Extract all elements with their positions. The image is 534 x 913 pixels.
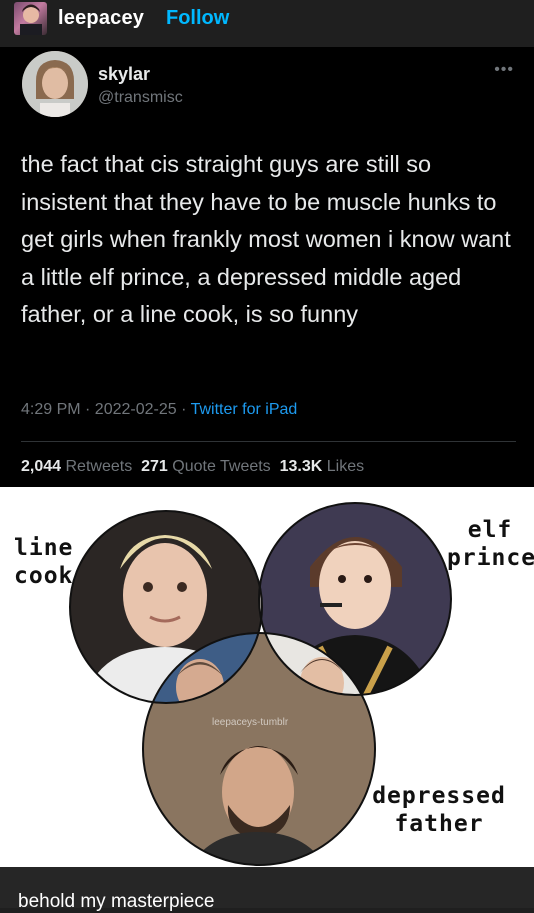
retweets-count: 2,044	[21, 458, 62, 475]
avatar-portrait-icon	[22, 51, 88, 117]
label-line-cook: line cook	[14, 534, 73, 590]
venn-diagram-image: leepaceys-tumblr line cook elf prince de…	[0, 487, 534, 867]
tweet-text: the fact that cis straight guys are stil…	[21, 151, 511, 327]
likes-label: Likes	[326, 458, 365, 475]
avatar-portrait-icon	[20, 4, 42, 35]
tweet-stats: 2,044 Retweets 271 Quote Tweets 13.3K Li…	[21, 458, 364, 476]
poster-username[interactable]: leepacey	[58, 7, 144, 30]
label-elf-prince: elf prince	[447, 516, 534, 572]
label-depressed-father: depressed father	[366, 782, 512, 838]
label-line-cook-line2: cook	[14, 563, 74, 589]
tweet-card: skylar @transmisc ••• the fact that cis …	[0, 47, 534, 487]
more-options-icon[interactable]: •••	[494, 61, 514, 79]
quote-tweets-count: 271	[141, 458, 168, 475]
label-elf-prince-line2: prince	[447, 545, 534, 571]
label-elf-prince-line1: elf	[467, 517, 513, 543]
tweet-author-handle: @transmisc	[98, 89, 183, 106]
post-header: leepacey Follow	[0, 0, 534, 46]
tweet-source: Twitter for iPad	[190, 401, 298, 418]
poster-avatar[interactable]	[14, 2, 47, 35]
watermark: leepaceys-tumblr	[212, 717, 289, 728]
label-line-cook-line1: line	[14, 535, 74, 561]
follow-button[interactable]: Follow	[166, 7, 229, 30]
post-caption-area: behold my masterpiece	[0, 867, 534, 912]
likes-count: 13.3K	[279, 458, 323, 475]
label-depressed-father-line1: depressed	[372, 783, 506, 809]
tweet-time: 4:29 PM · 2022-02-25 ·	[21, 401, 191, 418]
tweet-author-name: skylar	[98, 64, 151, 84]
label-depressed-father-line2: father	[394, 811, 484, 837]
post-caption: behold my masterpiece	[18, 891, 215, 912]
quote-tweets-label: Quote Tweets	[172, 458, 271, 475]
retweets-label: Retweets	[65, 458, 133, 475]
tweet-timestamp: 4:29 PM · 2022-02-25 · Twitter for iPad	[21, 401, 297, 419]
tweet-author-avatar	[22, 51, 88, 117]
divider	[21, 441, 516, 442]
